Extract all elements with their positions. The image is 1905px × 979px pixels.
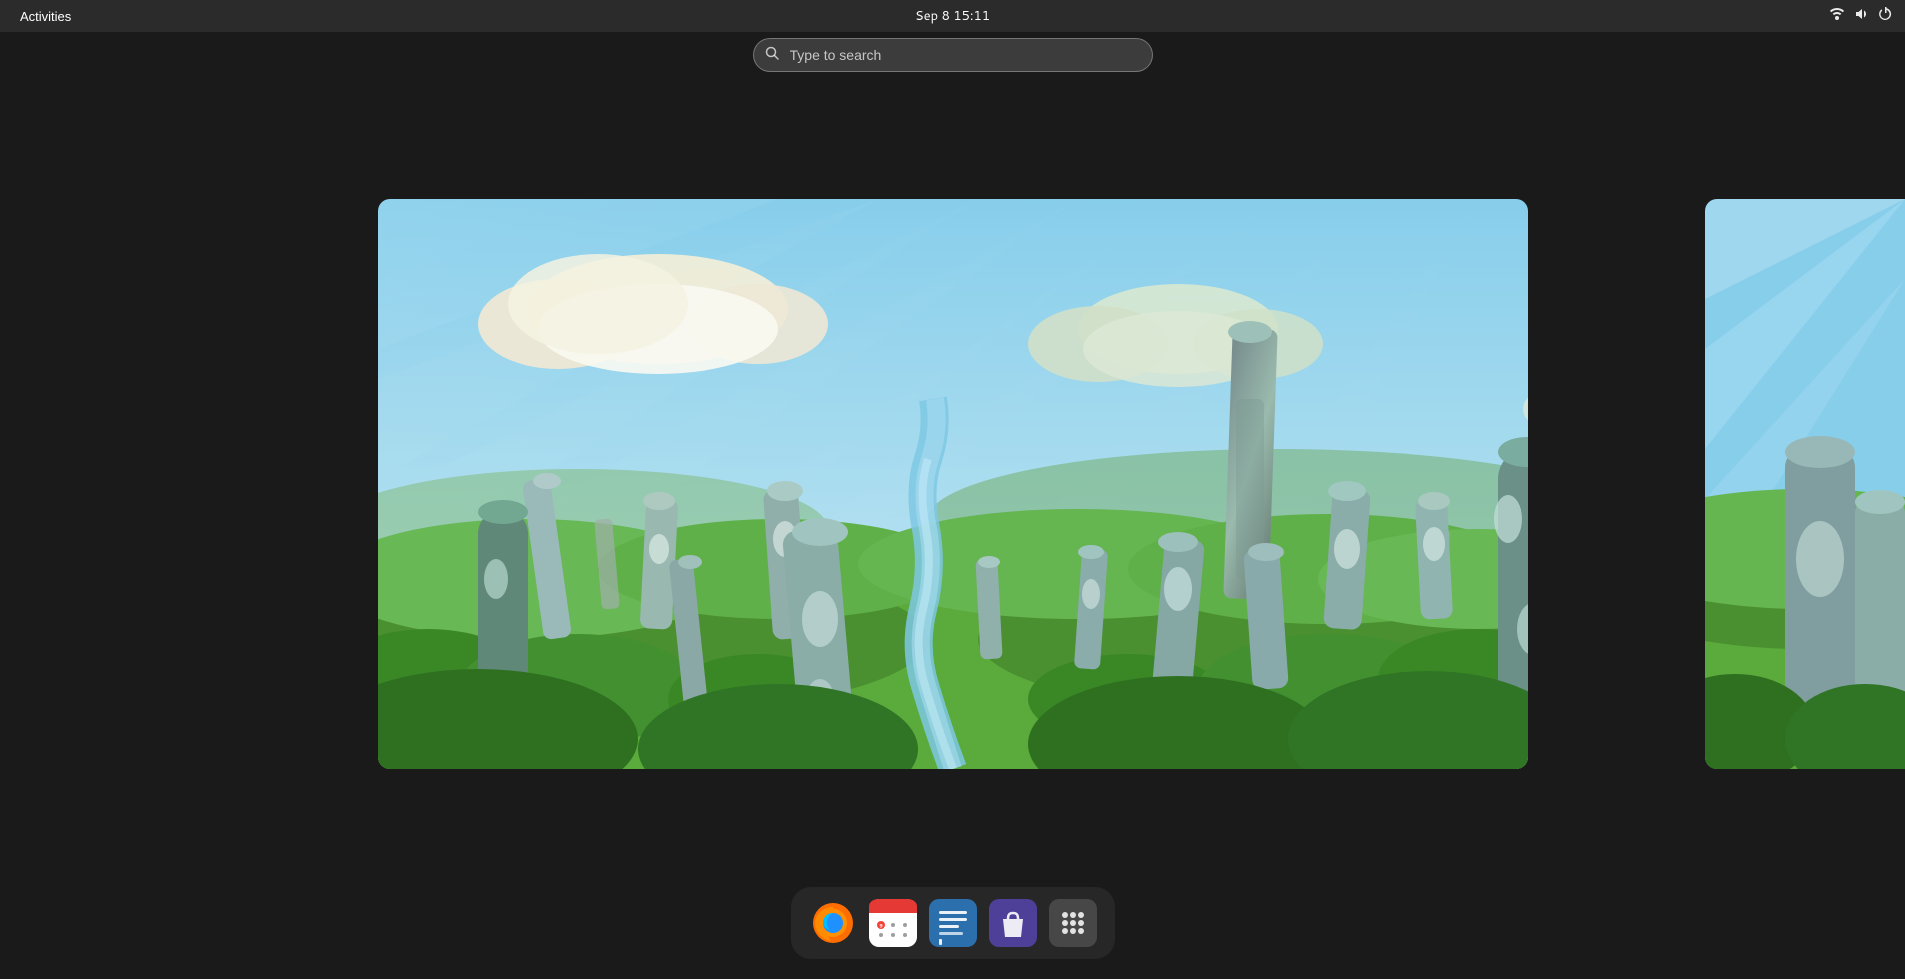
software-dock-icon[interactable] (987, 897, 1039, 949)
workspace-area (0, 88, 1905, 879)
topbar: Activities Sep 8 15:11 (0, 0, 1905, 32)
search-input[interactable] (753, 38, 1153, 72)
power-icon[interactable] (1877, 6, 1893, 27)
system-tray (1829, 6, 1893, 27)
dock: 9 (791, 887, 1115, 959)
right-window-partial[interactable] (1705, 199, 1905, 769)
activities-button[interactable]: Activities (12, 7, 79, 26)
calendar-dock-icon[interactable]: 9 (867, 897, 919, 949)
search-container (753, 38, 1153, 72)
main-window[interactable] (378, 199, 1528, 769)
network-icon[interactable] (1829, 6, 1845, 27)
firefox-dock-icon[interactable] (807, 897, 859, 949)
svg-text:9: 9 (879, 923, 883, 930)
clock: Sep 8 15:11 (915, 7, 990, 25)
texteditor-dock-icon[interactable] (927, 897, 979, 949)
volume-icon[interactable] (1853, 6, 1869, 27)
appgrid-dock-icon[interactable] (1047, 897, 1099, 949)
